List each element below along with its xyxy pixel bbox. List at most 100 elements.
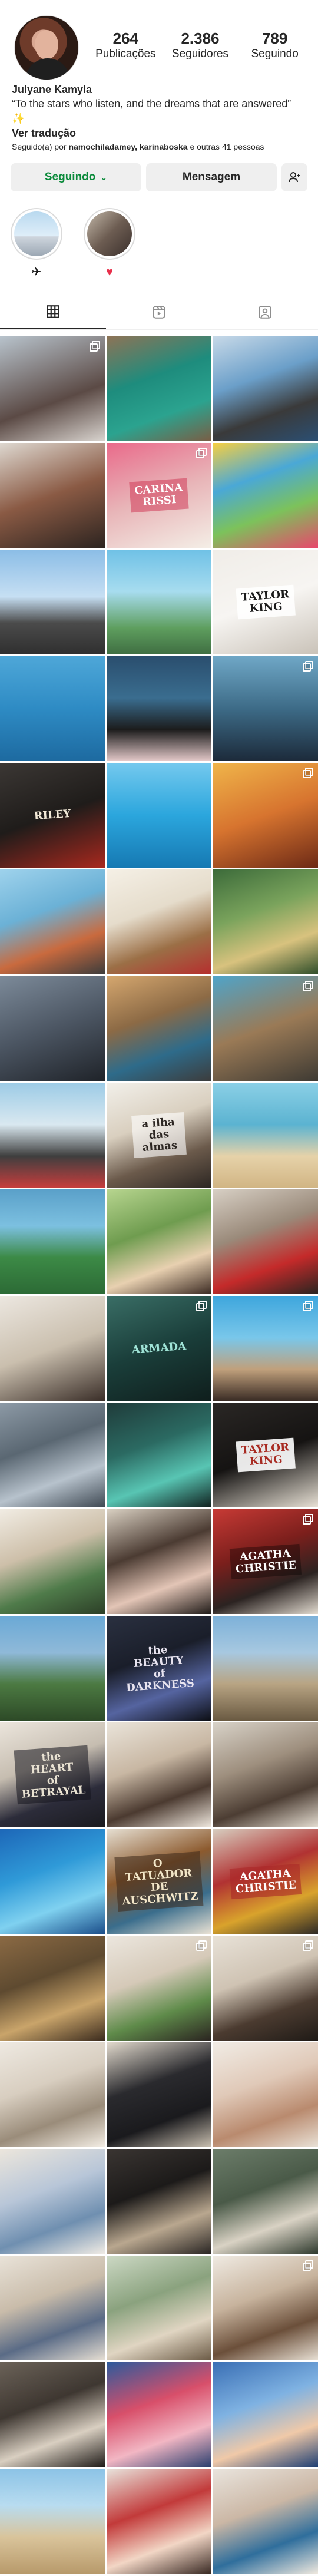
bio-text: “To the stars who listen, and the dreams… (12, 98, 292, 124)
post-thumbnail[interactable] (107, 2469, 211, 2574)
post-thumbnail[interactable] (0, 976, 105, 1081)
post-thumbnail[interactable] (213, 1296, 318, 1401)
post-thumbnail[interactable] (213, 763, 318, 868)
post-thumbnail[interactable] (0, 2149, 105, 2254)
post-thumbnail[interactable] (0, 336, 105, 441)
carousel-icon (303, 768, 313, 778)
post-thumbnail[interactable] (0, 443, 105, 548)
post-thumbnail[interactable] (0, 2042, 105, 2147)
post-thumbnail[interactable] (0, 2362, 105, 2467)
post-thumbnail[interactable]: TAYLOR KING (213, 550, 318, 654)
carousel-icon (196, 1301, 207, 1311)
post-thumbnail[interactable]: the HEART of BETRAYAL (0, 1722, 105, 1827)
carousel-icon (196, 1940, 207, 1951)
book-cover-title: CARINA RISSI (129, 478, 189, 513)
post-thumbnail[interactable] (213, 1083, 318, 1188)
post-thumbnail[interactable] (107, 1189, 211, 1294)
heart-icon: ♥ (106, 266, 113, 279)
chevron-down-icon: ⌄ (100, 172, 108, 182)
post-thumbnail[interactable]: CARINA RISSI (107, 443, 211, 548)
post-thumbnail[interactable] (107, 1509, 211, 1614)
profile-avatar[interactable] (14, 15, 79, 80)
post-thumbnail[interactable]: ARMADA (107, 1296, 211, 1401)
post-thumbnail[interactable]: TAYLOR KING (213, 1403, 318, 1507)
post-thumbnail[interactable]: a ilha das almas (107, 1083, 211, 1188)
post-thumbnail[interactable] (213, 1616, 318, 1721)
post-thumbnail[interactable]: AGATHA CHRISTIE (213, 1829, 318, 1934)
book-cover-title: RILEY (34, 807, 71, 823)
post-thumbnail[interactable] (213, 1936, 318, 2041)
post-thumbnail[interactable] (0, 1296, 105, 1401)
post-thumbnail[interactable] (107, 2149, 211, 2254)
add-person-button[interactable] (281, 163, 307, 191)
post-thumbnail[interactable] (107, 976, 211, 1081)
followed-by-text[interactable]: Seguido(a) por namochiladamey, karinabos… (12, 141, 306, 153)
post-thumbnail[interactable] (0, 656, 105, 761)
stat-following[interactable]: 789 Seguindo (240, 29, 310, 61)
post-thumbnail[interactable]: RILEY (0, 763, 105, 868)
highlight-love[interactable]: ♥ (84, 208, 135, 279)
post-thumbnail[interactable] (213, 656, 318, 761)
following-button[interactable]: Seguindo ⌄ (11, 163, 141, 191)
post-thumbnail[interactable] (0, 1936, 105, 2041)
stat-followers[interactable]: 2.386 Seguidores (165, 29, 236, 61)
post-thumbnail[interactable] (213, 2256, 318, 2360)
post-thumbnail[interactable] (0, 869, 105, 974)
carousel-icon (303, 1514, 313, 1525)
book-cover-title: TAYLOR KING (236, 1437, 296, 1473)
post-thumbnail[interactable] (0, 1403, 105, 1507)
post-thumbnail[interactable] (107, 2256, 211, 2360)
post-thumbnail[interactable] (213, 1189, 318, 1294)
highlight-cover (14, 211, 59, 256)
post-thumbnail[interactable] (0, 2469, 105, 2574)
post-thumbnail[interactable] (213, 2042, 318, 2147)
stat-followers-value: 2.386 (181, 29, 220, 47)
post-thumbnail[interactable] (107, 1403, 211, 1507)
followed-by-names: namochiladamey, karinaboska (68, 142, 188, 151)
post-thumbnail[interactable] (0, 1509, 105, 1614)
book-cover-title: the BEAUTY of DARKNESS (125, 1643, 195, 1694)
book-cover-title: TAYLOR KING (236, 584, 296, 620)
carousel-icon (303, 2260, 313, 2271)
post-thumbnail[interactable] (213, 976, 318, 1081)
carousel-icon (196, 448, 207, 458)
post-thumbnail[interactable] (107, 2362, 211, 2467)
tab-tagged[interactable] (212, 295, 318, 329)
post-thumbnail[interactable] (107, 763, 211, 868)
post-thumbnail[interactable] (213, 336, 318, 441)
post-thumbnail[interactable] (107, 869, 211, 974)
post-thumbnail[interactable] (0, 2256, 105, 2360)
carousel-icon (303, 981, 313, 991)
followed-by-prefix: Seguido(a) por (12, 142, 69, 151)
carousel-icon (303, 661, 313, 672)
post-thumbnail[interactable] (107, 1722, 211, 1827)
see-translation-link[interactable]: Ver tradução (12, 126, 306, 141)
post-thumbnail[interactable] (0, 1829, 105, 1934)
tab-posts-grid[interactable] (0, 295, 106, 329)
post-thumbnail[interactable] (213, 443, 318, 548)
post-thumbnail[interactable] (0, 550, 105, 654)
post-thumbnail[interactable] (0, 1189, 105, 1294)
post-thumbnail[interactable]: the BEAUTY of DARKNESS (107, 1616, 211, 1721)
post-thumbnail[interactable] (213, 2149, 318, 2254)
post-thumbnail[interactable]: AGATHA CHRISTIE (213, 1509, 318, 1614)
stat-posts[interactable]: 264 Publicações (90, 29, 161, 61)
post-thumbnail[interactable] (0, 1616, 105, 1721)
tab-reels[interactable] (106, 295, 212, 329)
post-thumbnail[interactable] (213, 869, 318, 974)
post-thumbnail[interactable] (107, 1936, 211, 2041)
post-thumbnail[interactable] (213, 2362, 318, 2467)
stat-followers-label: Seguidores (171, 48, 229, 60)
highlight-travel[interactable]: ✈ (11, 208, 62, 279)
carousel-icon (303, 1940, 313, 1951)
stat-following-value: 789 (261, 29, 288, 47)
post-thumbnail[interactable] (0, 1083, 105, 1188)
post-thumbnail[interactable]: O TATUADOR DE AUSCHWITZ (107, 1829, 211, 1934)
post-thumbnail[interactable] (107, 550, 211, 654)
post-thumbnail[interactable] (107, 336, 211, 441)
post-thumbnail[interactable] (107, 656, 211, 761)
message-button[interactable]: Mensagem (146, 163, 277, 191)
post-thumbnail[interactable] (107, 2042, 211, 2147)
post-thumbnail[interactable] (213, 1722, 318, 1827)
post-thumbnail[interactable] (213, 2469, 318, 2574)
